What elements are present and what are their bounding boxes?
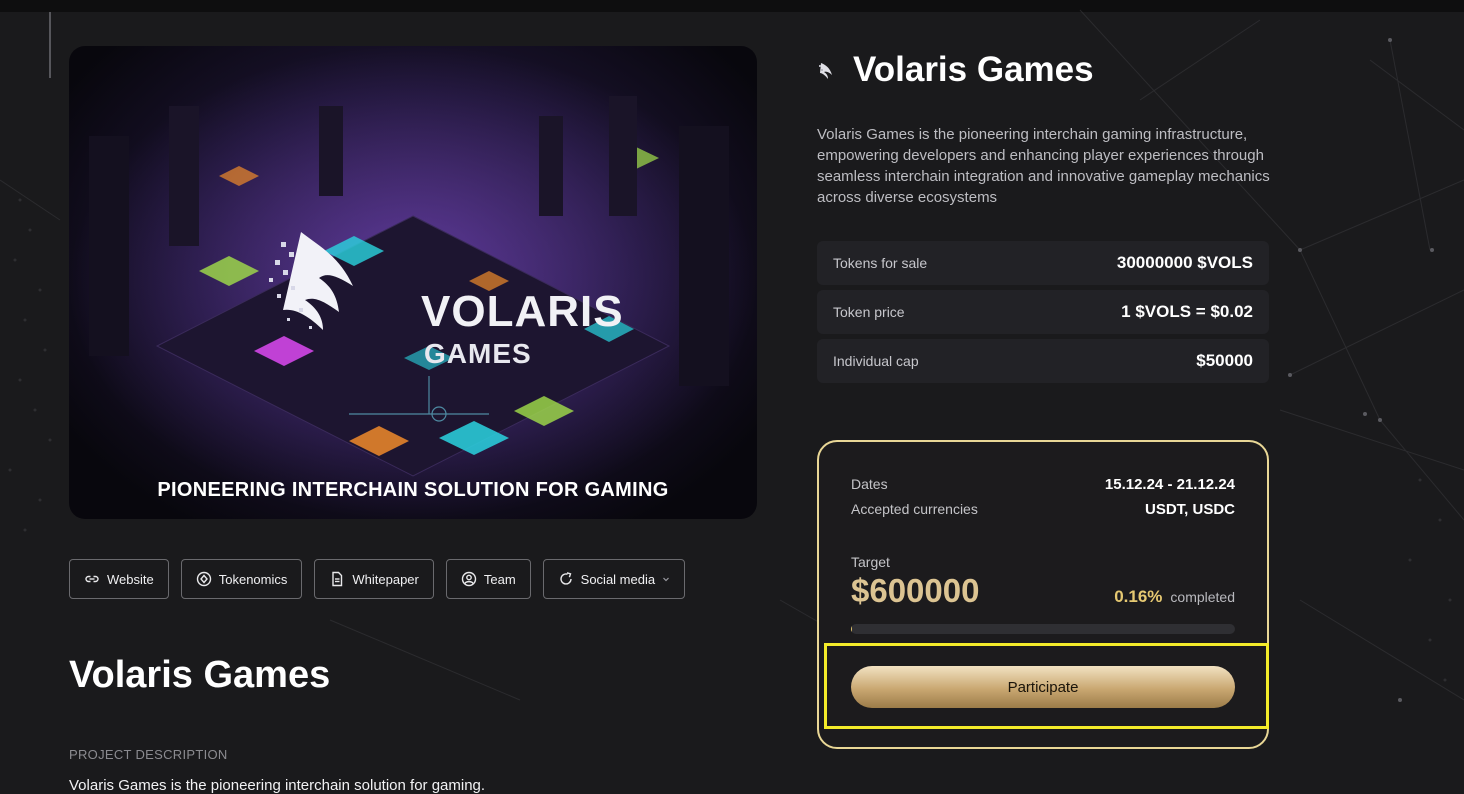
whitepaper-button[interactable]: Whitepaper [314, 559, 434, 599]
website-button[interactable]: Website [69, 559, 169, 599]
stat-label: Tokens for sale [833, 255, 928, 271]
hero-logo-subtext: GAMES [424, 338, 532, 369]
chevron-down-icon [663, 577, 670, 582]
dates-value: 15.12.24 - 21.12.24 [1104, 476, 1235, 493]
stat-label: Token price [833, 304, 905, 320]
link-icon [85, 575, 99, 583]
completion-stat: 0.16% completed [1114, 587, 1235, 607]
stat-token-price: Token price 1 $VOLS = $0.02 [817, 290, 1269, 334]
participate-button[interactable]: Participate [851, 666, 1235, 708]
website-label: Website [107, 571, 154, 587]
whitepaper-label: Whitepaper [352, 571, 419, 587]
stat-individual-cap: Individual cap $50000 [817, 339, 1269, 383]
stat-value: $50000 [1196, 351, 1253, 370]
tokenomics-icon [196, 571, 211, 587]
project-description-label: PROJECT DESCRIPTION [69, 747, 228, 762]
project-hero-image: VOLARIS GAMES PIONEERING INTERCHAIN SOLU… [69, 46, 757, 519]
hero-scene-illustration [69, 46, 757, 519]
top-bar [0, 0, 1464, 12]
document-icon [332, 571, 343, 587]
stat-tokens-for-sale: Tokens for sale 30000000 $VOLS [817, 241, 1269, 285]
currencies-value: USDT, USDC [1144, 501, 1235, 518]
social-media-label: Social media [580, 571, 656, 587]
dates-row: Dates 15.12.24 - 21.12.24 [851, 476, 1235, 493]
social-media-dropdown[interactable]: Social media [542, 559, 686, 599]
target-value: $600000 [851, 572, 980, 609]
currencies-label: Accepted currencies [851, 501, 978, 517]
project-links: Website Tokenomics Whitepaper Team Socia… [69, 559, 686, 599]
sale-card: Dates 15.12.24 - 21.12.24 Accepted curre… [817, 440, 1269, 749]
target-label: Target [851, 554, 890, 570]
stat-value: 30000000 $VOLS [1116, 253, 1253, 272]
progress-bar [851, 624, 1235, 634]
project-header: Volaris Games [817, 50, 1094, 90]
user-icon [461, 571, 477, 587]
progress-fill [851, 624, 853, 634]
currencies-row: Accepted currencies USDT, USDC [851, 501, 1235, 518]
project-title: Volaris Games [853, 50, 1094, 89]
tokenomics-label: Tokenomics [218, 571, 288, 587]
project-description-text: Volaris Games is the pioneering intercha… [69, 777, 486, 794]
project-summary: Volaris Games is the pioneering intercha… [817, 126, 1270, 206]
dates-label: Dates [851, 476, 888, 492]
stat-value: 1 $VOLS = $0.02 [1121, 302, 1253, 321]
page-title: Volaris Games [69, 654, 331, 696]
completion-percent: 0.16% [1114, 587, 1163, 606]
hero-caption: PIONEERING INTERCHAIN SOLUTION FOR GAMIN… [157, 479, 669, 501]
hero-logo-text: VOLARIS [421, 287, 624, 336]
stat-label: Individual cap [833, 353, 919, 369]
team-button[interactable]: Team [445, 559, 531, 599]
share-icon [559, 572, 572, 585]
volaris-logo-icon [819, 63, 832, 79]
completion-label: completed [1170, 589, 1235, 605]
team-label: Team [483, 571, 516, 587]
tokenomics-button[interactable]: Tokenomics [180, 559, 303, 599]
